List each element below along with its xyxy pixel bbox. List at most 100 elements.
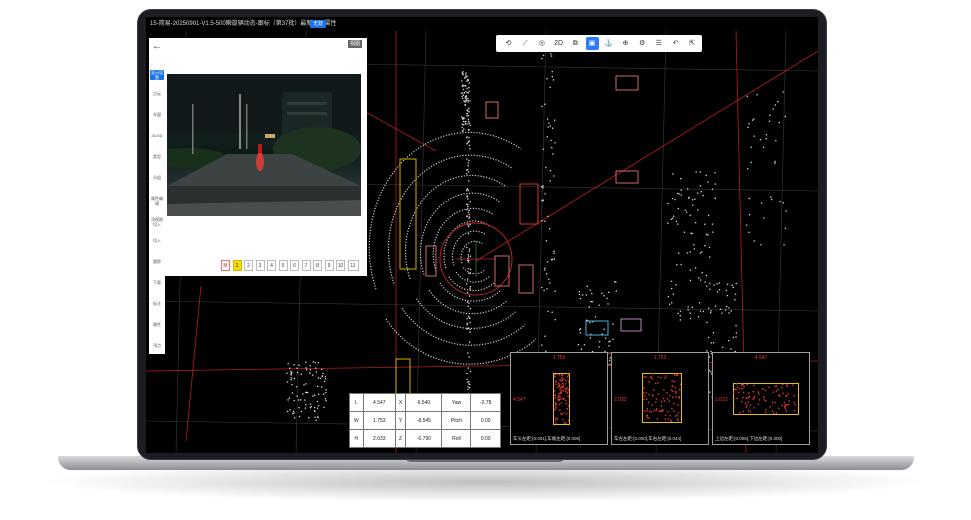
view-point xyxy=(559,398,562,400)
sidebar-item[interactable]: 车窗 xyxy=(150,112,164,117)
page-button[interactable]: 5 xyxy=(278,260,288,271)
cloud-point xyxy=(549,86,551,88)
dimension-key: Y xyxy=(394,411,407,430)
lidar-ring xyxy=(401,307,526,346)
camera-image[interactable] xyxy=(167,74,361,216)
dimension-row: L 4.547 X 6.540 Yaw -2.78 xyxy=(349,393,501,412)
dimension-value[interactable]: 1.753 xyxy=(362,411,396,430)
cloud-point xyxy=(296,367,298,369)
tall-object-box xyxy=(399,158,417,270)
page-button[interactable]: 9 xyxy=(324,260,334,271)
dimension-value[interactable]: 6.540 xyxy=(405,393,443,412)
page-button[interactable]: 1 xyxy=(232,260,242,271)
sidebar-item[interactable]: 标注 xyxy=(150,301,164,306)
cloud-point xyxy=(466,143,468,145)
dimension-value[interactable]: -0.790 xyxy=(405,429,443,448)
view-point xyxy=(773,412,775,415)
dimension-value[interactable]: 0.00 xyxy=(470,411,501,430)
view-toggle-button[interactable]: 视图 xyxy=(348,40,363,48)
view-point xyxy=(746,384,749,386)
dimension-value[interactable]: -8.545 xyxy=(405,411,443,430)
side-view[interactable]: 1.753 2.033 车左左距:[0.000],车右左距:[0.044] xyxy=(611,352,709,445)
cloud-point xyxy=(314,416,316,418)
page-button[interactable]: 4 xyxy=(267,260,276,271)
dimension-value[interactable]: 2.033 xyxy=(362,429,396,448)
invalid-tag-button[interactable]: 无效 xyxy=(310,20,327,28)
page-button[interactable]: 2 xyxy=(244,260,253,271)
sidebar-item[interactable]: 切入 xyxy=(150,238,164,243)
cloud-point xyxy=(706,285,708,287)
cloud-point xyxy=(756,94,758,96)
page-button[interactable]: 10 xyxy=(336,260,345,271)
target-icon[interactable]: ◎ xyxy=(535,37,548,50)
view-point xyxy=(758,399,761,401)
dimension-value[interactable]: 4.547 xyxy=(362,393,396,412)
cloud-point xyxy=(466,158,468,160)
cloud-point xyxy=(323,380,326,383)
cloud-point xyxy=(707,234,709,236)
zoom-icon[interactable]: ⊕ xyxy=(619,37,632,50)
page-button[interactable]: 11 xyxy=(347,260,359,271)
view-point xyxy=(565,422,567,424)
sidebar-item[interactable]: 分组 xyxy=(150,175,164,180)
cloud-point xyxy=(578,293,581,296)
export-icon[interactable]: ⇱ xyxy=(686,37,699,50)
cloud-point xyxy=(698,302,701,304)
cloud-point xyxy=(553,250,555,252)
cloud-point xyxy=(583,344,586,346)
sidebar-item[interactable]: 类型 xyxy=(150,154,164,159)
2d-toggle[interactable]: 2D xyxy=(552,37,565,50)
view-point xyxy=(646,415,648,417)
cloud-point xyxy=(689,251,691,253)
sidebar-item[interactable]: 显示设置 xyxy=(150,70,164,80)
ruler-icon[interactable]: ⟋ xyxy=(519,37,532,50)
view-point xyxy=(554,397,557,399)
sidebar-item[interactable]: 点云 xyxy=(150,91,164,96)
cloud-point xyxy=(546,288,548,290)
back-arrow-icon[interactable]: ← xyxy=(149,40,165,54)
view-point xyxy=(733,405,735,408)
page-button[interactable]: 7 xyxy=(301,260,311,271)
cloud-point xyxy=(594,316,597,318)
list-icon[interactable]: ☰ xyxy=(652,37,665,50)
cloud-point xyxy=(293,364,295,366)
page-button[interactable]: M xyxy=(221,260,230,271)
sidebar-item[interactable]: 跟踪 xyxy=(150,259,164,264)
sidebar-item[interactable]: 属性编辑 xyxy=(150,196,164,206)
cloud-point xyxy=(323,406,325,409)
cube-icon[interactable]: ▣ xyxy=(585,37,599,50)
view-point xyxy=(745,406,748,408)
sidebar-item[interactable]: 顶视图切入 xyxy=(150,217,164,227)
anchor-icon[interactable]: ⚓ xyxy=(602,37,615,50)
page-button[interactable]: 6 xyxy=(290,260,299,271)
cloud-point xyxy=(612,323,614,325)
sidebar-item[interactable]: 顶点 xyxy=(150,343,164,348)
cloud-point xyxy=(684,209,686,211)
page-button[interactable]: 8 xyxy=(313,260,322,271)
cloud-point xyxy=(467,115,470,117)
cloud-point xyxy=(467,189,470,192)
cloud-point xyxy=(601,292,603,294)
cloud-point xyxy=(691,199,694,201)
reset-icon[interactable]: ⟲ xyxy=(502,37,515,50)
sidebar-item[interactable]: 属性 xyxy=(150,322,164,327)
top-view[interactable]: 4.547 2.033 上边左距:[0.008],下边左距:[0.000] xyxy=(712,352,810,445)
dimension-value[interactable]: -2.78 xyxy=(470,393,501,412)
cloud-point xyxy=(728,312,730,314)
undo-icon[interactable]: ↶ xyxy=(669,37,682,50)
cloud-point xyxy=(317,405,320,407)
sidebar-item[interactable]: 下载 xyxy=(150,280,164,285)
cloud-point xyxy=(291,392,294,394)
cloud-point xyxy=(708,214,710,217)
page-button[interactable]: 3 xyxy=(255,260,265,271)
cloud-point xyxy=(321,368,323,371)
cloud-point xyxy=(599,341,601,343)
dimension-value[interactable]: 0.00 xyxy=(470,429,501,448)
view-point xyxy=(677,373,679,375)
sidebar-item[interactable]: 2D/3D xyxy=(150,133,164,138)
copy-icon[interactable]: ⧉ xyxy=(569,37,582,50)
settings-icon[interactable]: ⚙ xyxy=(636,37,649,50)
cloud-point xyxy=(778,122,780,124)
cloud-point xyxy=(464,95,467,98)
rear-view[interactable]: 1.753 4.547 车头左距:[0.001],车尾左距:[0.000] xyxy=(510,352,608,445)
